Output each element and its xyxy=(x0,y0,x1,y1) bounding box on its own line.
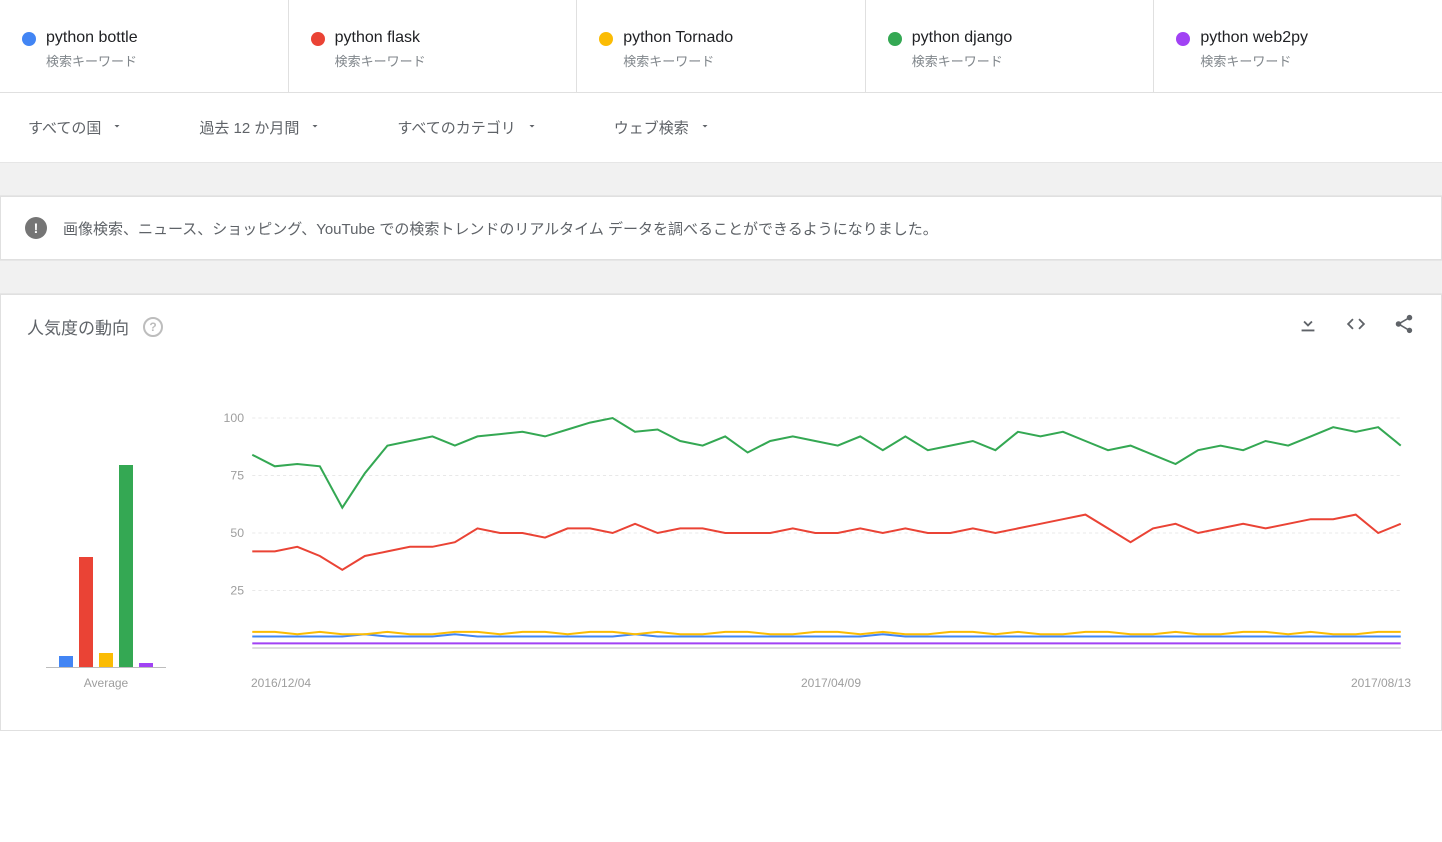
x-tick: 2016/12/04 xyxy=(251,676,311,690)
info-banner-text: 画像検索、ニュース、ショッピング、YouTube での検索トレンドのリアルタイム… xyxy=(63,218,938,239)
chart-actions xyxy=(1297,313,1415,340)
filter-search-type-label: ウェブ検索 xyxy=(614,117,689,138)
filter-region[interactable]: すべての国 xyxy=(10,111,141,144)
filter-time-label: 過去 12 か月間 xyxy=(199,117,299,138)
term-dot-icon xyxy=(1176,32,1190,46)
svg-text:75: 75 xyxy=(230,469,244,483)
svg-text:50: 50 xyxy=(230,526,244,540)
term-label: python bottle xyxy=(46,28,138,47)
term-dot-icon xyxy=(22,32,36,46)
term-cell[interactable]: python django 検索キーワード xyxy=(866,0,1155,92)
separator-band xyxy=(0,260,1442,294)
filter-region-label: すべての国 xyxy=(28,117,101,138)
svg-text:25: 25 xyxy=(230,584,244,598)
share-icon[interactable] xyxy=(1393,313,1415,340)
term-dot-icon xyxy=(599,32,613,46)
embed-icon[interactable] xyxy=(1345,313,1367,340)
svg-text:100: 100 xyxy=(224,411,245,425)
avg-bar-django xyxy=(119,465,133,667)
compare-terms-row: python bottle 検索キーワード python flask 検索キーワ… xyxy=(0,0,1442,93)
chart-body: Average 25 50 75 100 2016/12/04 2017/04/09 … xyxy=(1,358,1441,730)
avg-bar-flask xyxy=(79,557,93,667)
interest-over-time-card: 人気度の動向 ? Average 25 50 75 100 2016/12/04 20… xyxy=(0,294,1442,731)
term-dot-icon xyxy=(311,32,325,46)
separator-band xyxy=(0,162,1442,196)
term-cell[interactable]: python bottle 検索キーワード xyxy=(0,0,289,92)
series-line xyxy=(252,632,1400,634)
term-sublabel: 検索キーワード xyxy=(46,51,138,70)
filter-category[interactable]: すべてのカテゴリ xyxy=(379,111,555,144)
term-label: python web2py xyxy=(1200,28,1308,47)
term-sublabel: 検索キーワード xyxy=(335,51,426,70)
avg-bar-web2py xyxy=(139,663,153,668)
term-label: python Tornado xyxy=(623,28,733,47)
help-icon[interactable]: ? xyxy=(143,317,163,337)
term-sublabel: 検索キーワード xyxy=(912,51,1013,70)
average-label: Average xyxy=(84,676,128,690)
term-dot-icon xyxy=(888,32,902,46)
chevron-down-icon xyxy=(111,119,123,136)
info-banner: ! 画像検索、ニュース、ショッピング、YouTube での検索トレンドのリアルタ… xyxy=(0,196,1442,260)
filters-row: すべての国 過去 12 か月間 すべてのカテゴリ ウェブ検索 xyxy=(0,93,1442,162)
average-bars: Average xyxy=(31,438,181,690)
term-cell[interactable]: python Tornado 検索キーワード xyxy=(577,0,866,92)
series-line xyxy=(252,515,1400,570)
series-line xyxy=(252,418,1400,508)
x-tick: 2017/08/13 xyxy=(1351,676,1411,690)
chart-title: 人気度の動向 xyxy=(27,314,129,339)
term-cell[interactable]: python web2py 検索キーワード xyxy=(1154,0,1442,92)
filter-category-label: すべてのカテゴリ xyxy=(397,117,515,138)
chart-header: 人気度の動向 ? xyxy=(1,295,1441,358)
chevron-down-icon xyxy=(526,119,538,136)
term-sublabel: 検索キーワード xyxy=(1200,51,1308,70)
x-axis-labels: 2016/12/04 2017/04/09 2017/08/13 xyxy=(201,668,1411,690)
avg-bar-tornado xyxy=(99,653,113,667)
term-label: python django xyxy=(912,28,1013,47)
line-chart: 25 50 75 100 2016/12/04 2017/04/09 2017/08/… xyxy=(201,408,1411,690)
x-tick: 2017/04/09 xyxy=(801,676,861,690)
filter-search-type[interactable]: ウェブ検索 xyxy=(596,111,729,144)
term-sublabel: 検索キーワード xyxy=(623,51,733,70)
avg-bar-bottle xyxy=(59,656,73,668)
filter-time[interactable]: 過去 12 か月間 xyxy=(181,111,339,144)
term-label: python flask xyxy=(335,28,426,47)
download-icon[interactable] xyxy=(1297,313,1319,340)
chevron-down-icon xyxy=(699,119,711,136)
chevron-down-icon xyxy=(309,119,321,136)
info-icon: ! xyxy=(25,217,47,239)
term-cell[interactable]: python flask 検索キーワード xyxy=(289,0,578,92)
